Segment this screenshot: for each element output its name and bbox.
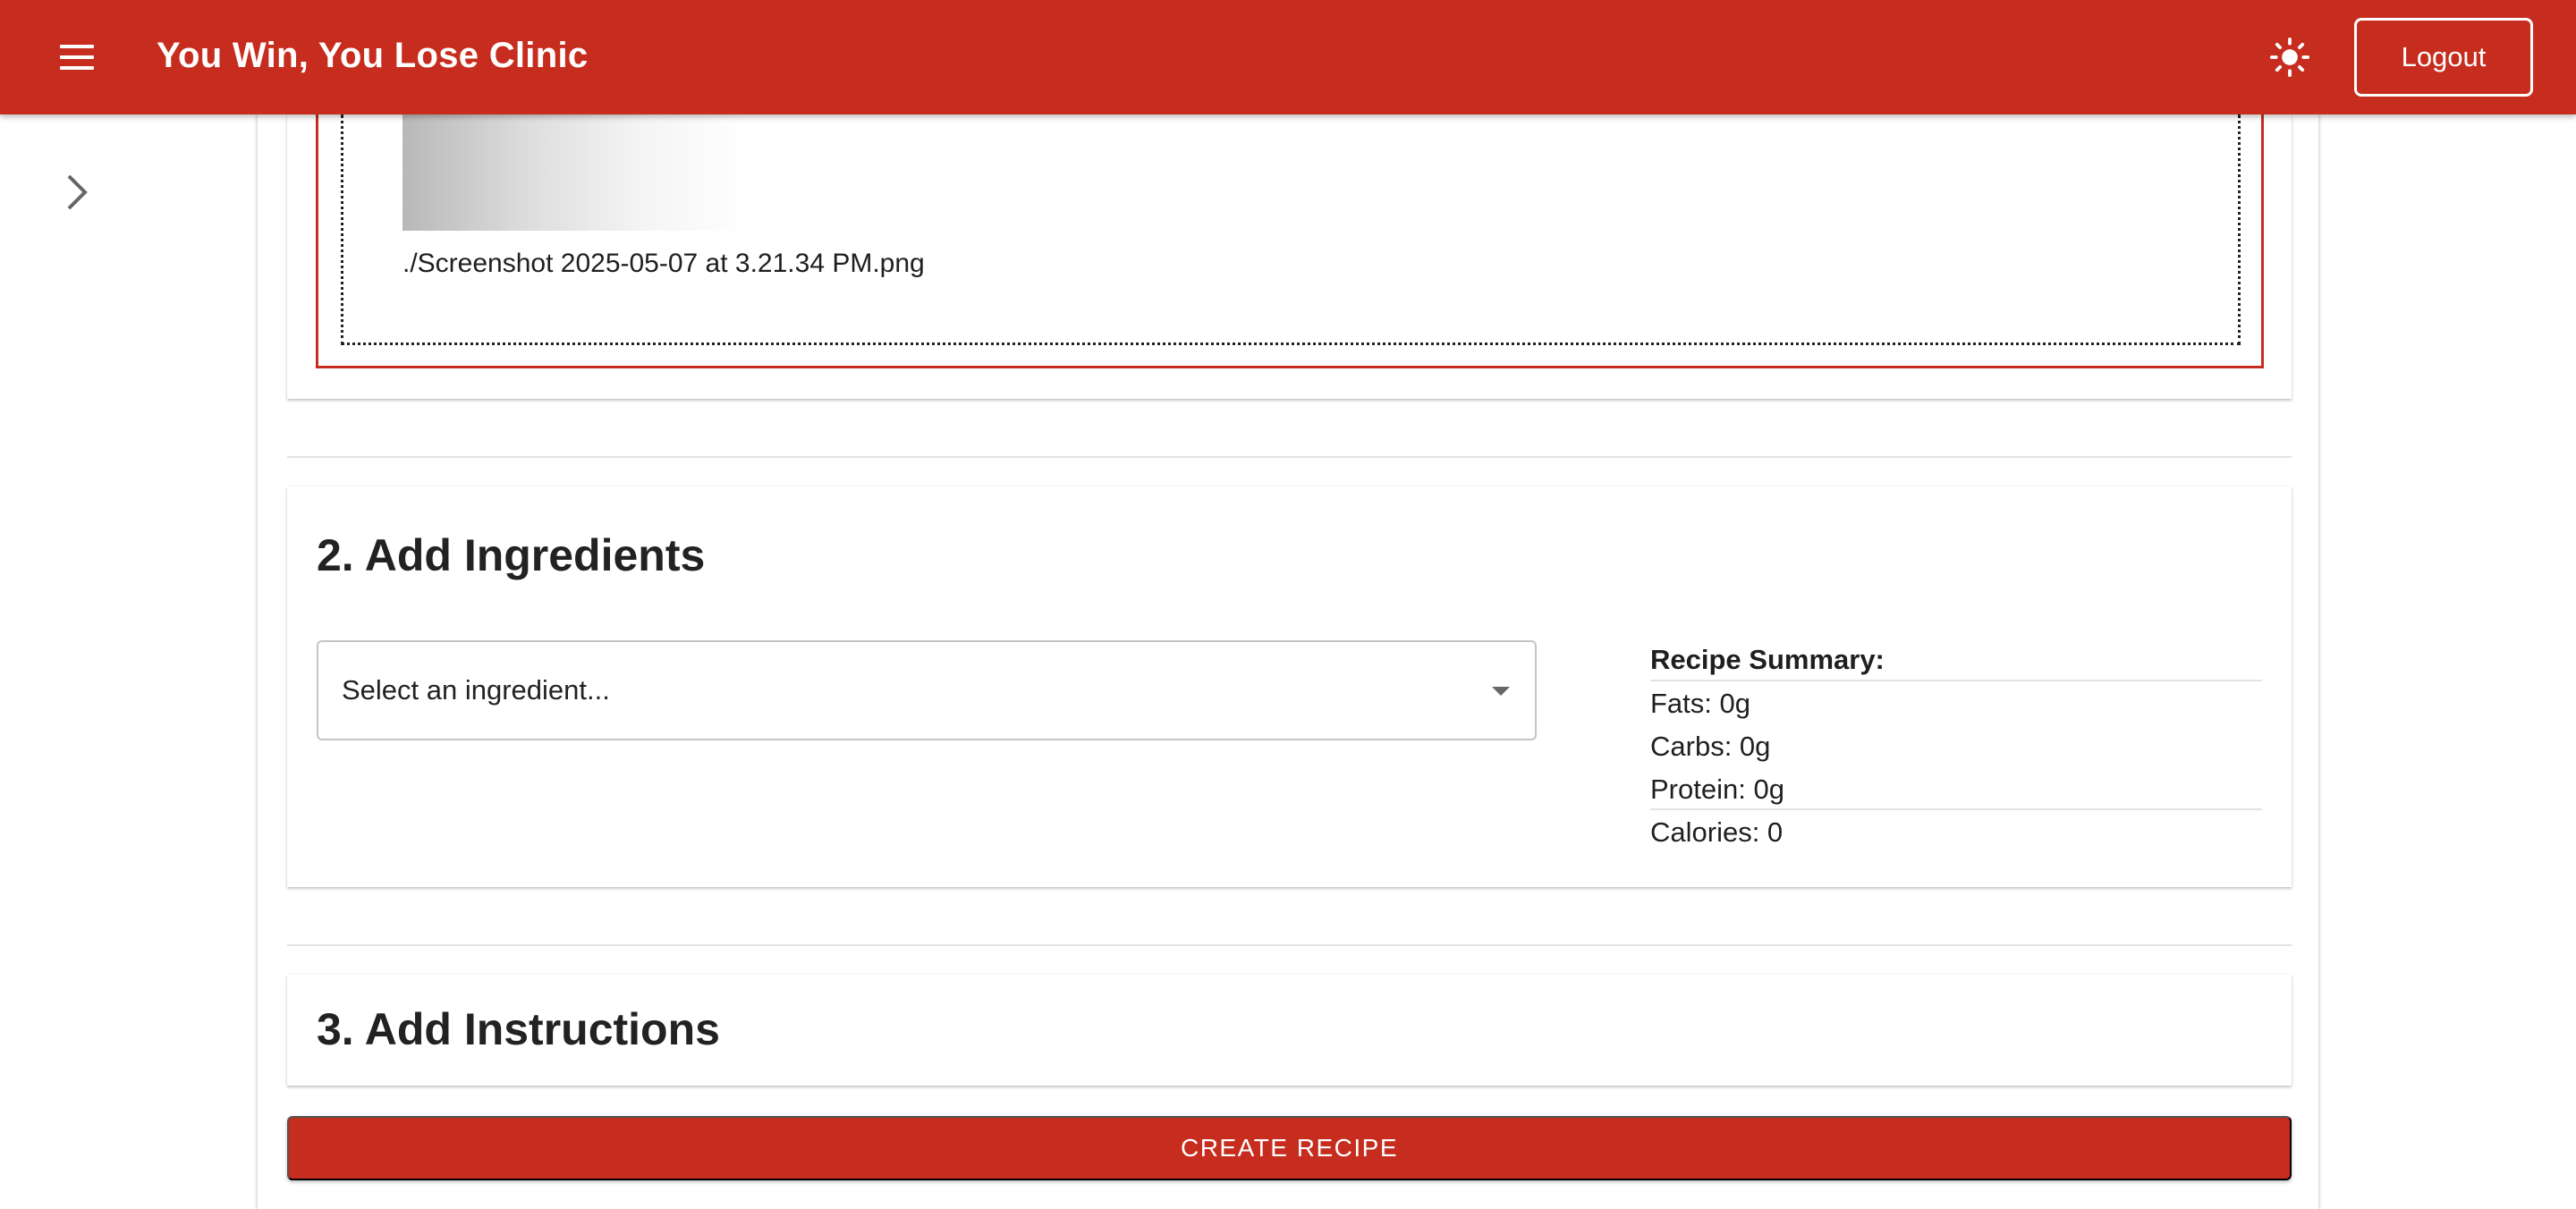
theme-toggle-button[interactable] [2263,27,2317,88]
section-divider [287,456,2292,458]
dropdown-caret-icon [1492,687,1510,696]
chevron-right-icon [67,174,88,210]
summary-carbs: Carbs: 0g [1650,731,1771,762]
ingredient-select-placeholder: Select an ingredient... [342,674,610,706]
recipe-summary: Recipe Summary: Fats: 0g Carbs: 0g Prote… [1650,644,2262,853]
logout-button[interactable]: Logout [2354,18,2533,97]
summary-fats: Fats: 0g [1650,688,1750,719]
recipe-form-card: ./Screenshot 2025-05-07 at 3.21.34 PM.pn… [257,114,2319,1209]
image-preview [402,114,751,231]
instructions-section[interactable]: 3. Add Instructions [287,975,2292,1086]
ingredient-select[interactable]: Select an ingredient... [317,640,1537,740]
sidebar-toggle-button[interactable] [54,170,98,215]
ingredients-section: 2. Add Ingredients Select an ingredient.… [287,486,2292,887]
summary-protein: Protein: 0g [1650,767,2262,810]
uploaded-file-name: ./Screenshot 2025-05-07 at 3.21.34 PM.pn… [402,249,925,278]
menu-button[interactable] [47,27,107,88]
ingredients-heading: 2. Add Ingredients [317,530,706,580]
app-title: You Win, You Lose Clinic [157,36,589,75]
dropzone-inner: ./Screenshot 2025-05-07 at 3.21.34 PM.pn… [341,114,2241,345]
app-bar: You Win, You Lose Clinic Logout [0,0,2576,114]
create-recipe-button[interactable]: CREATE RECIPE [287,1116,2292,1180]
summary-calories: Calories: 0 [1650,816,1784,848]
hamburger-menu-icon [60,45,94,70]
recipe-summary-title: Recipe Summary: [1650,644,2262,681]
image-dropzone[interactable]: ./Screenshot 2025-05-07 at 3.21.34 PM.pn… [316,114,2264,368]
section-divider [287,944,2292,946]
instructions-heading: 3. Add Instructions [317,1004,720,1054]
image-upload-section: ./Screenshot 2025-05-07 at 3.21.34 PM.pn… [287,114,2292,399]
sun-icon [2269,37,2310,78]
